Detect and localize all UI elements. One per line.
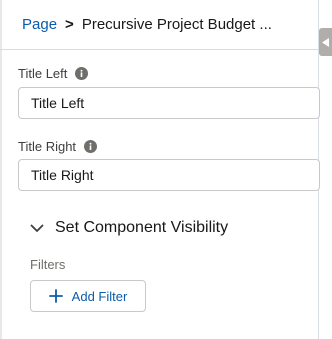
title-left-label: Title Left — [18, 66, 89, 81]
title-right-input[interactable] — [18, 159, 320, 191]
panel-collapse-button[interactable] — [319, 28, 332, 56]
title-left-input[interactable] — [18, 87, 320, 119]
add-filter-button[interactable]: Add Filter — [30, 280, 146, 312]
filters-label: Filters — [30, 257, 66, 272]
panel-left-border — [0, 0, 2, 339]
title-left-label-text: Title Left — [18, 66, 68, 81]
add-filter-label: Add Filter — [71, 288, 128, 304]
breadcrumb-page-link[interactable]: Page — [22, 16, 57, 33]
info-icon[interactable] — [84, 140, 98, 153]
chevron-down-icon — [30, 224, 44, 232]
plus-icon — [48, 289, 63, 303]
panel-header: Page > Precursive Project Budget ... — [0, 0, 318, 50]
component-visibility-toggle[interactable]: Set Component Visibility — [30, 219, 228, 237]
breadcrumb-separator: > — [65, 16, 74, 33]
title-right-label-text: Title Right — [18, 139, 77, 154]
collapse-arrow-icon — [322, 37, 329, 47]
info-icon[interactable] — [75, 67, 89, 80]
breadcrumb: Page > Precursive Project Budget ... — [22, 16, 272, 33]
component-visibility-title: Set Component Visibility — [55, 219, 229, 236]
properties-panel: Page > Precursive Project Budget ... Title… — [0, 0, 332, 339]
breadcrumb-current: Precursive Project Budget ... — [81, 16, 272, 33]
title-right-label: Title Right — [18, 139, 98, 154]
